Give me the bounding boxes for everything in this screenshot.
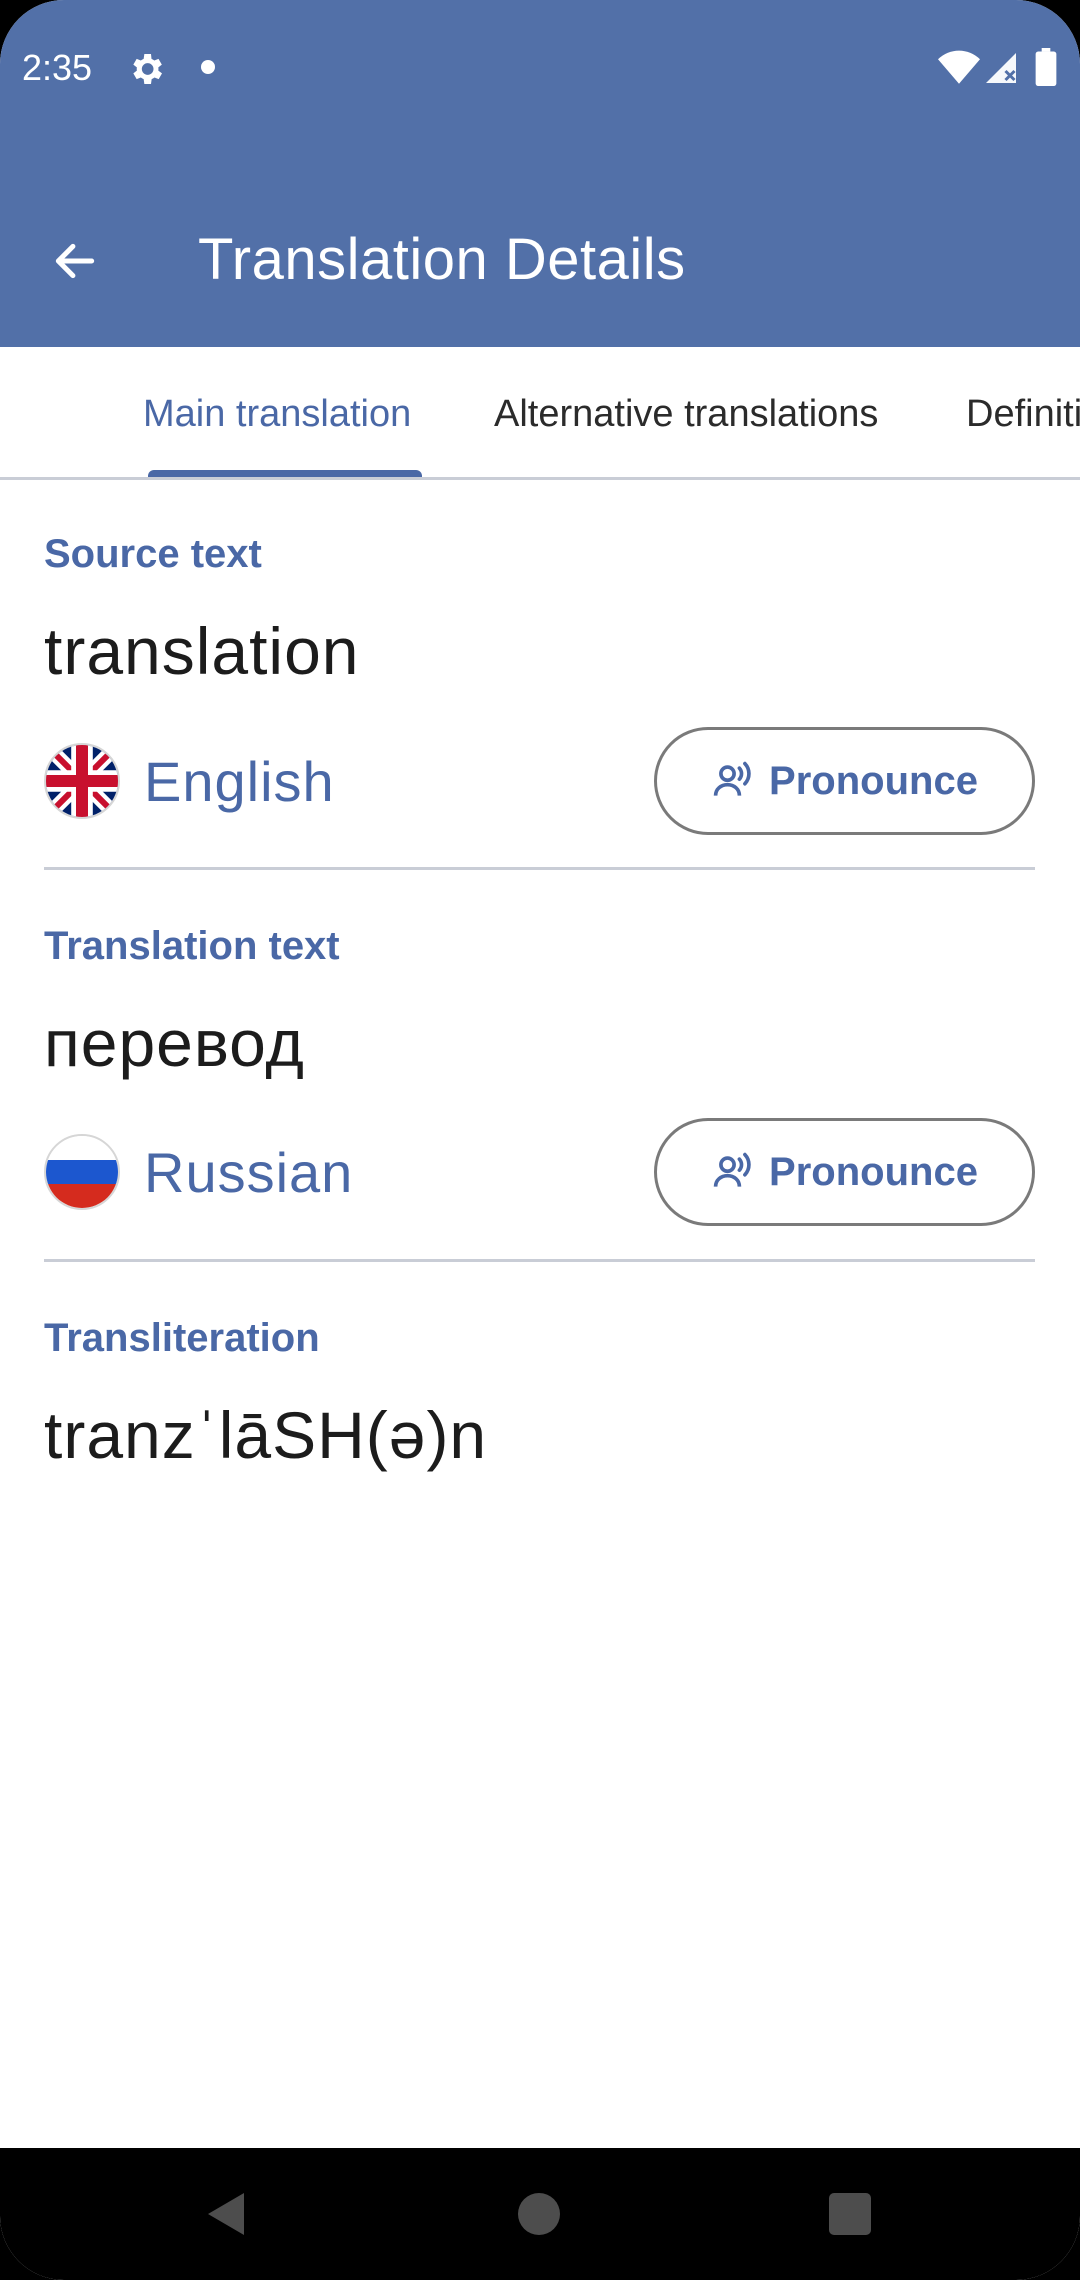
tab-alternative-translations[interactable]: Alternative translations xyxy=(494,389,878,439)
nav-recents-icon[interactable] xyxy=(829,2193,871,2235)
transliteration-value: tranzˈlāSH(ə)n xyxy=(44,1398,488,1472)
nav-back-icon[interactable] xyxy=(205,2190,247,2238)
pronounce-label: Pronounce xyxy=(769,1149,978,1194)
screen: 2:35 Translation Details Main translatio… xyxy=(0,0,1080,2280)
signal-icon xyxy=(986,53,1016,83)
battery-icon xyxy=(1035,48,1057,86)
arrow-back-icon xyxy=(55,243,95,279)
settings-gear-icon xyxy=(133,54,162,84)
translation-text-label: Translation text xyxy=(44,924,340,968)
voice-icon xyxy=(713,761,751,796)
notification-dot-icon xyxy=(201,60,215,74)
back-button[interactable] xyxy=(40,226,110,296)
source-text-value: translation xyxy=(44,614,360,688)
source-language: English xyxy=(144,750,335,813)
status-time: 2:35 xyxy=(22,47,93,88)
tab-definitions[interactable]: Definitions xyxy=(966,389,1080,439)
app-header: 2:35 Translation Details xyxy=(0,0,1080,347)
system-navigation-bar xyxy=(0,2148,1080,2280)
pronounce-label: Pronounce xyxy=(769,758,978,803)
active-tab-indicator xyxy=(148,470,422,477)
nav-home-icon[interactable] xyxy=(518,2193,560,2235)
translation-language: Russian xyxy=(144,1141,354,1204)
russia-flag-icon xyxy=(44,1134,120,1210)
pronounce-translation-button[interactable]: Pronounce xyxy=(654,1118,1035,1226)
uk-flag-icon xyxy=(44,743,120,819)
tab-main-translation[interactable]: Main translation xyxy=(143,389,411,439)
divider xyxy=(44,1259,1035,1262)
translation-text-value: перевод xyxy=(44,1006,305,1080)
wifi-icon xyxy=(938,50,980,84)
tab-bar: Main translation Alternative translation… xyxy=(0,347,1080,480)
transliteration-label: Transliteration xyxy=(44,1316,320,1360)
divider xyxy=(44,867,1035,870)
source-text-label: Source text xyxy=(44,532,262,576)
page-title: Translation Details xyxy=(198,227,686,292)
voice-icon xyxy=(713,1152,751,1187)
pronounce-source-button[interactable]: Pronounce xyxy=(654,727,1035,835)
